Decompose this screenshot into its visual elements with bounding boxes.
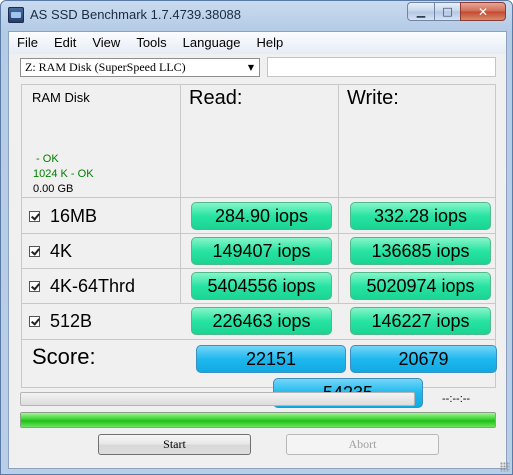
score-read: 22151 — [196, 345, 346, 373]
window-title: AS SSD Benchmark 1.7.4739.38088 — [30, 7, 242, 22]
menu-tools[interactable]: Tools — [128, 32, 174, 54]
row-divider — [22, 233, 495, 234]
read-header: Read: — [189, 87, 243, 109]
test-checkbox-512b[interactable] — [29, 315, 40, 327]
elapsed-time: --:--:-- — [442, 393, 471, 405]
drive-size: 0.00 GB — [33, 183, 74, 195]
test-name: 4K — [50, 240, 73, 261]
drive-name: RAM Disk — [32, 90, 90, 105]
result-write-16mb: 332.28 iops — [350, 202, 491, 230]
menu-edit[interactable]: Edit — [46, 32, 84, 54]
title-bar[interactable]: AS SSD Benchmark 1.7.4739.38088 ▁ □ ✕ — [1, 1, 512, 31]
menu-language[interactable]: Language — [175, 32, 249, 54]
test-progress-bar — [20, 392, 415, 406]
result-write-512b: 146227 iops — [350, 307, 491, 335]
abort-button[interactable]: Abort — [286, 434, 439, 455]
overall-progress-bar — [20, 412, 496, 428]
column-divider — [338, 85, 339, 304]
status-ok-1: - OK — [33, 153, 59, 165]
results-panel: RAM Disk - OK 1024 K - OK 0.00 GB Read: … — [21, 84, 497, 408]
menu-file[interactable]: File — [9, 32, 46, 54]
app-icon[interactable] — [8, 7, 24, 23]
result-read-16mb: 284.90 iops — [191, 202, 332, 230]
test-row-512b: 512B — [29, 310, 92, 332]
start-button[interactable]: Start — [98, 434, 251, 455]
minimize-icon: ▁ — [416, 5, 426, 18]
result-read-512b: 226463 iops — [191, 307, 332, 335]
row-divider — [22, 197, 495, 198]
row-divider — [22, 339, 495, 340]
write-header: Write: — [347, 87, 399, 109]
maximize-icon: □ — [442, 5, 453, 18]
overall-progress-fill — [21, 413, 495, 427]
result-write-4k-64thrd: 5020974 iops — [350, 272, 491, 300]
score-write: 20679 — [350, 345, 497, 373]
menu-bar: File Edit View Tools Language Help — [9, 32, 506, 54]
result-write-4k: 136685 iops — [350, 237, 491, 265]
test-checkbox-16mb[interactable] — [29, 210, 40, 222]
close-button[interactable]: ✕ — [460, 2, 506, 21]
client-area: File Edit View Tools Language Help Z: RA… — [8, 31, 507, 469]
menu-view[interactable]: View — [84, 32, 128, 54]
status-ok-2: 1024 K - OK — [33, 168, 94, 180]
row-divider — [22, 303, 495, 304]
window-controls: ▁ □ ✕ — [407, 2, 506, 21]
menu-help[interactable]: Help — [249, 32, 292, 54]
test-row-4k-64thrd: 4K-64Thrd — [29, 275, 135, 297]
test-name: 16MB — [50, 205, 98, 226]
minimize-button[interactable]: ▁ — [407, 2, 434, 21]
close-icon: ✕ — [477, 4, 489, 19]
test-name: 512B — [50, 310, 93, 331]
test-name: 4K-64Thrd — [50, 275, 136, 296]
result-read-4k: 149407 iops — [191, 237, 332, 265]
test-row-16mb: 16MB — [29, 205, 97, 227]
test-checkbox-4k[interactable] — [29, 245, 40, 257]
maximize-button[interactable]: □ — [434, 2, 460, 21]
result-read-4k-64thrd: 5404556 iops — [191, 272, 332, 300]
drive-select[interactable]: Z: RAM Disk (SuperSpeed LLC) ▼ — [20, 58, 260, 77]
row-divider — [22, 268, 495, 269]
column-divider — [180, 85, 181, 304]
test-row-4k: 4K — [29, 240, 72, 262]
test-checkbox-4k-64thrd[interactable] — [29, 280, 40, 292]
app-window: AS SSD Benchmark 1.7.4739.38088 ▁ □ ✕ Fi… — [0, 0, 513, 475]
info-text-field[interactable] — [267, 57, 496, 77]
drive-select-value: Z: RAM Disk (SuperSpeed LLC) — [25, 60, 186, 74]
resize-grip-icon[interactable] — [500, 462, 510, 472]
score-label: Score: — [32, 344, 96, 369]
dropdown-arrow-icon[interactable]: ▼ — [243, 59, 259, 76]
